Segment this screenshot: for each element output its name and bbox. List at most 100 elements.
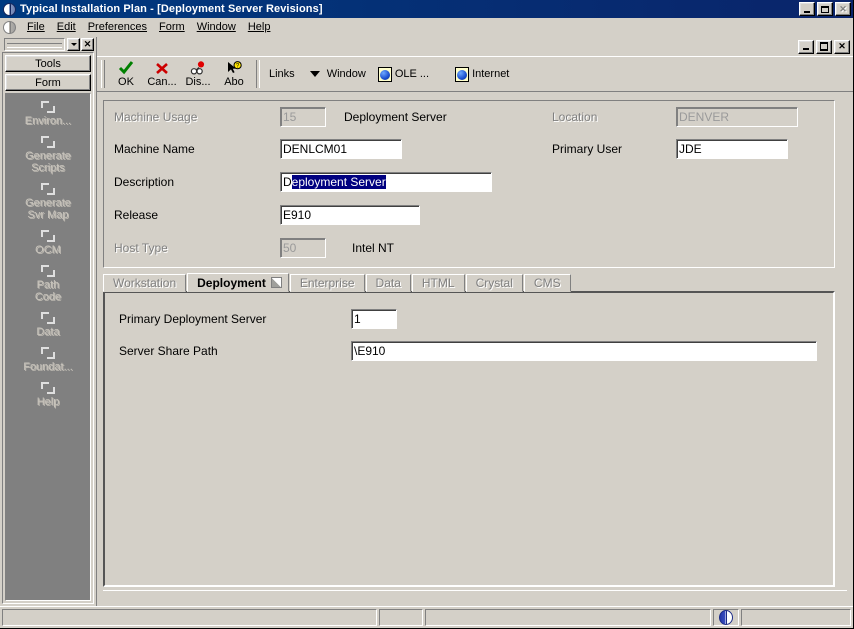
tab-label: CMS: [533, 276, 561, 290]
menu-item-edit[interactable]: Edit: [51, 19, 82, 35]
mdi-window-controls: ✕: [798, 39, 850, 54]
close-icon: ✕: [838, 41, 846, 51]
status-bar: [0, 606, 853, 628]
globe-icon: [719, 610, 733, 625]
tab-label: Data: [375, 276, 401, 290]
sidebar-item-label: Generate Svr Map: [25, 197, 71, 221]
machine-usage-field[interactable]: 15: [280, 107, 326, 127]
tab-workstation[interactable]: Workstation: [103, 274, 187, 292]
tab-crystal[interactable]: Crystal: [465, 274, 523, 292]
globe-icon: [3, 2, 16, 16]
tab-label: HTML: [421, 276, 455, 290]
tab-deployment[interactable]: Deployment: [187, 273, 289, 292]
window-links-button[interactable]: Window: [300, 58, 372, 90]
menu-item-edit-label: Edit: [56, 21, 76, 33]
toolbar-separator: [256, 60, 260, 88]
sidebar-tools-button[interactable]: Tools: [5, 55, 91, 72]
glasses-icon: [190, 61, 207, 76]
sidebar-item-foundation[interactable]: Foundat...: [6, 344, 90, 379]
location-field[interactable]: DENVER: [676, 107, 798, 127]
sidebar-form-button[interactable]: Form: [5, 74, 91, 91]
sidebar-item-ocm[interactable]: OCM: [6, 227, 90, 262]
deployment-tab-panel: Primary Deployment Server 1 Server Share…: [103, 291, 835, 587]
sidebar-item-generate-scripts[interactable]: Generate Scripts: [6, 133, 90, 180]
sidebar-item-label: Data: [36, 326, 60, 338]
release-field[interactable]: E910: [280, 205, 420, 225]
menu-item-help[interactable]: Help: [242, 19, 277, 35]
close-button[interactable]: ✕: [835, 2, 851, 16]
cancel-button[interactable]: Can...: [144, 58, 180, 90]
primary-user-field[interactable]: JDE: [676, 139, 788, 159]
sidebar-item-label: OCM: [35, 244, 61, 256]
tab-label: Deployment: [197, 275, 266, 290]
primary-user-label: Primary User: [552, 142, 623, 156]
exit-arrow-icon: [40, 346, 56, 360]
internet-document-icon: [455, 66, 470, 82]
sidebar-item-help[interactable]: Help: [6, 379, 90, 414]
tab-cms[interactable]: CMS: [523, 274, 571, 292]
status-panel-1: [2, 609, 377, 626]
menu-item-preferences[interactable]: Preferences: [82, 19, 153, 35]
cancel-button-label: Can...: [147, 75, 177, 88]
mdi-minimize-button[interactable]: [798, 39, 814, 54]
mdi-child-area: ✕ OK Can... Dis... ? Abo Links Window OL…: [96, 37, 853, 606]
mdi-child-title-row: ✕: [97, 37, 853, 56]
primary-deployment-server-label: Primary Deployment Server: [119, 312, 267, 326]
tab-enterprise[interactable]: Enterprise: [289, 274, 365, 292]
window-title: Typical Installation Plan - [Deployment …: [20, 3, 323, 15]
menu-item-preferences-label: Preferences: [87, 21, 148, 33]
sidebar-item-path-code[interactable]: Path Code: [6, 262, 90, 309]
internet-button[interactable]: Internet: [449, 58, 515, 90]
sidebar-item-label: Foundat...: [23, 361, 73, 373]
sidebar-close-button[interactable]: ✕: [81, 37, 94, 51]
machine-usage-label: Machine Usage: [114, 110, 198, 124]
sidebar-item-data[interactable]: Data: [6, 309, 90, 344]
ok-button[interactable]: OK: [108, 58, 144, 90]
primary-deployment-server-field[interactable]: 1: [351, 309, 397, 329]
cross-icon: [155, 61, 169, 76]
host-type-label: Host Type: [114, 241, 168, 255]
sidebar-item-label: Environ...: [24, 115, 72, 127]
machine-name-field[interactable]: DENLCM01: [280, 139, 402, 159]
description-field[interactable]: Deployment Server: [280, 172, 492, 192]
server-share-path-field[interactable]: \E910: [351, 341, 817, 361]
about-button[interactable]: ? Abo: [216, 58, 252, 90]
exit-arrow-icon: [40, 182, 56, 196]
internet-button-label: Internet: [472, 68, 510, 80]
chevron-down-icon[interactable]: [67, 37, 80, 51]
ole-button[interactable]: OLE ...: [372, 58, 435, 90]
close-icon: ✕: [839, 3, 847, 14]
sidebar-item-list: Environ... Generate Scripts Generate Svr…: [5, 93, 91, 601]
sidebar-item-environ[interactable]: Environ...: [6, 98, 90, 133]
status-globe-panel: [713, 609, 739, 626]
status-panel-3: [425, 609, 711, 626]
sidebar-item-generate-svr-map[interactable]: Generate Svr Map: [6, 180, 90, 227]
application-window: Typical Installation Plan - [Deployment …: [0, 0, 854, 629]
host-type-field[interactable]: 50: [280, 238, 326, 258]
mdi-restore-button[interactable]: [816, 39, 832, 54]
description-text-prefix: D: [283, 175, 292, 189]
menu-bar: File Edit Preferences Form Window Help: [0, 18, 853, 37]
tab-html[interactable]: HTML: [411, 274, 465, 292]
menu-item-form[interactable]: Form: [153, 19, 191, 35]
menu-item-file[interactable]: File: [21, 19, 51, 35]
machine-name-label: Machine Name: [114, 142, 195, 156]
sidebar-combo[interactable]: [4, 37, 65, 51]
description-text-selection: eployment Server: [291, 175, 386, 189]
sidebar-header: ✕: [2, 37, 94, 52]
exit-arrow-icon: [40, 100, 56, 114]
display-button[interactable]: Dis...: [180, 58, 216, 90]
tab-data[interactable]: Data: [365, 274, 411, 292]
horizontal-scrollbar[interactable]: [103, 590, 847, 606]
window-links-label: Window: [326, 68, 366, 80]
minimize-button[interactable]: [799, 2, 815, 16]
menu-item-window[interactable]: Window: [191, 19, 242, 35]
tab-label: Crystal: [475, 276, 513, 290]
mdi-close-button[interactable]: ✕: [834, 39, 850, 54]
release-label: Release: [114, 208, 159, 222]
toolbar-grip[interactable]: [101, 60, 105, 88]
location-label: Location: [552, 110, 598, 124]
maximize-button[interactable]: [817, 2, 833, 16]
sidebar: ✕ Tools Form Environ... Generate Scripts: [0, 37, 96, 606]
cursor-question-icon: ?: [226, 61, 242, 76]
